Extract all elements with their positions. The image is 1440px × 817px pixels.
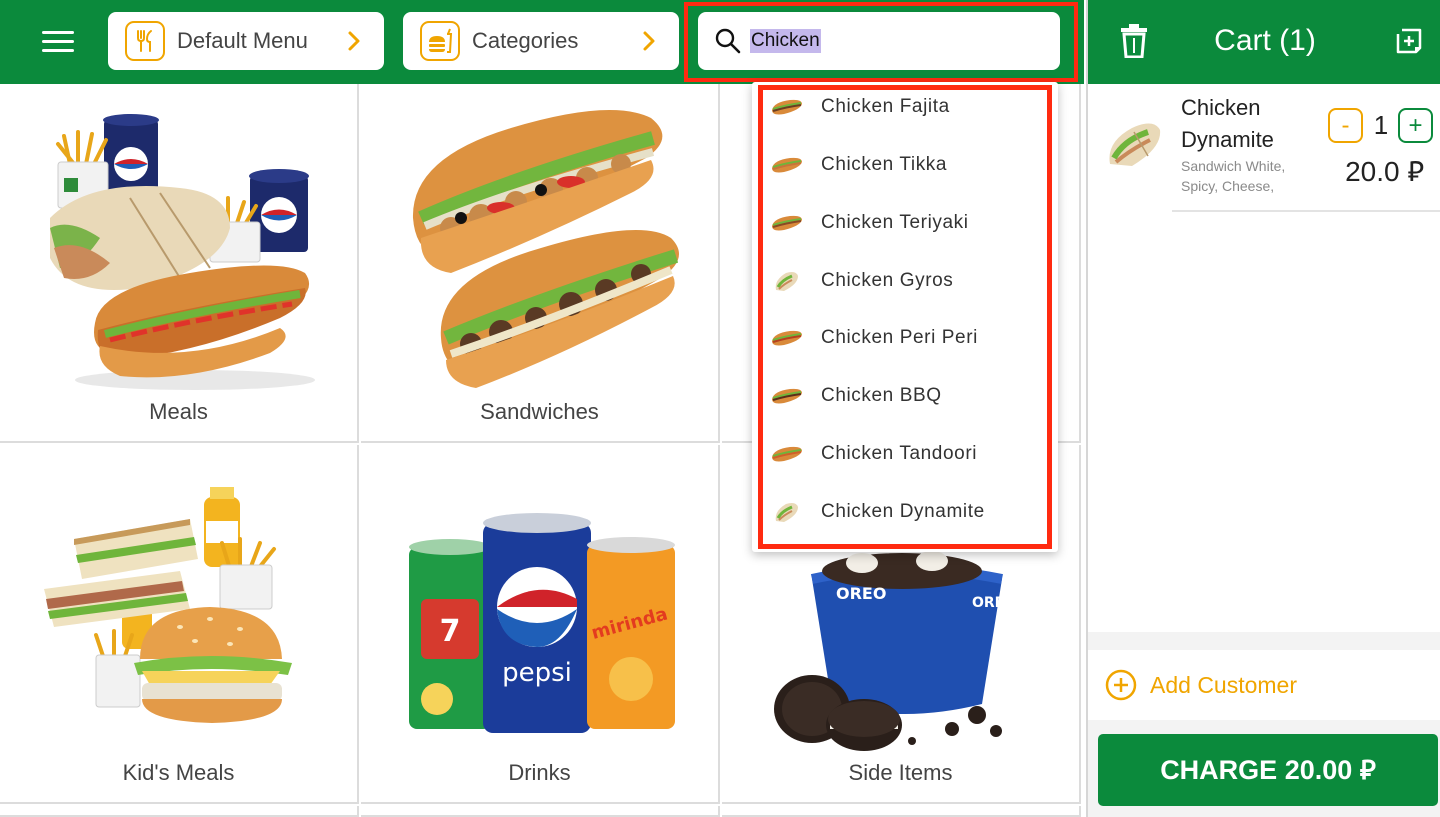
- categories-label: Categories: [472, 28, 579, 53]
- hamburger-icon-line: [42, 40, 74, 43]
- kids-meal-image: [44, 487, 292, 723]
- sandwich-image: [412, 110, 679, 388]
- search-result-item[interactable]: Chicken Gyros: [770, 258, 1040, 304]
- add-customer-label: Add Customer: [1150, 671, 1298, 698]
- search-input[interactable]: Chicken: [750, 29, 821, 53]
- cart-item-price: 20.0 ⃁: [1345, 156, 1424, 187]
- wrap-thumb-icon: [1109, 123, 1161, 166]
- svg-text:7: 7: [440, 614, 461, 649]
- search-result-item[interactable]: Chicken Fajita: [770, 84, 1040, 130]
- wrap-thumb-icon: [775, 503, 798, 522]
- hamburger-menu-button[interactable]: [38, 28, 78, 56]
- search-result-item[interactable]: Chicken Teriyaki: [770, 200, 1040, 246]
- wrap-thumb-icon: [775, 272, 798, 291]
- category-tile-partial[interactable]: [361, 806, 720, 817]
- category-label: Kid's Meals: [122, 760, 235, 785]
- hamburger-icon-line: [42, 49, 74, 52]
- divider: [1172, 210, 1440, 212]
- cart-title: Cart (1): [1214, 24, 1316, 57]
- search-result-label: Chicken BBQ: [821, 385, 942, 406]
- chevron-right-icon: [643, 31, 655, 51]
- categories-button[interactable]: Categories: [403, 12, 679, 70]
- svg-text:OREO: OREO: [836, 584, 886, 603]
- hamburger-icon-line: [42, 31, 74, 34]
- sub-sandwich-thumb-icon: [772, 99, 802, 115]
- search-result-label: Chicken Fajita: [821, 96, 950, 117]
- category-tile-kids-meals[interactable]: Kid's Meals: [0, 445, 359, 804]
- category-tile-drinks[interactable]: 7 pepsi mirinda Drinks: [361, 445, 720, 804]
- sub-sandwich-thumb-icon: [772, 446, 802, 462]
- search-box[interactable]: Chicken: [698, 12, 1060, 70]
- search-result-label: Chicken Peri Peri: [821, 327, 978, 348]
- charge-button[interactable]: CHARGE 20.00 ⃁: [1098, 734, 1438, 806]
- search-result-item[interactable]: Chicken BBQ: [770, 373, 1040, 419]
- cart-line-item[interactable]: Chicken Dynamite Sandwich White, Spicy, …: [1088, 84, 1440, 212]
- category-tile-sandwiches[interactable]: Sandwiches: [361, 84, 720, 443]
- category-tile-meals[interactable]: Meals: [0, 84, 359, 443]
- meal-image: [50, 114, 315, 390]
- category-label: Meals: [149, 399, 208, 424]
- cart-panel: Cart (1) Chicken Dynamite Sandwich White…: [1086, 0, 1440, 817]
- sub-sandwich-thumb-icon: [772, 330, 802, 346]
- top-toolbar: Default Menu Categories Chicken: [0, 0, 1084, 84]
- search-result-label: Chicken Tandoori: [821, 443, 978, 464]
- drinks-image: 7 pepsi mirinda: [409, 513, 675, 733]
- search-result-label: Chicken Tikka: [821, 154, 948, 175]
- chevron-right-icon: [348, 31, 360, 51]
- fastfood-icon: [420, 21, 460, 61]
- category-label: Drinks: [508, 760, 571, 785]
- cart-header: Cart (1): [1088, 0, 1440, 84]
- menu-selector-label: Default Menu: [177, 28, 308, 53]
- cart-item-modifiers: Sandwich White, Spicy, Cheese,: [1181, 158, 1286, 194]
- cart-item-quantity: 1: [1373, 110, 1389, 140]
- search-result-label: Chicken Gyros: [821, 270, 954, 291]
- new-order-icon[interactable]: [1394, 26, 1424, 56]
- menu-selector-button[interactable]: Default Menu: [108, 12, 384, 70]
- cart-item-name: Chicken Dynamite: [1181, 95, 1274, 152]
- cart-items-list: Chicken Dynamite Sandwich White, Spicy, …: [1088, 84, 1440, 632]
- search-result-label: Chicken Teriyaki: [821, 212, 969, 233]
- search-result-label: Chicken Dynamite: [821, 501, 985, 522]
- increase-quantity-button[interactable]: +: [1398, 108, 1433, 143]
- search-result-item[interactable]: Chicken Peri Peri: [770, 315, 1040, 361]
- svg-text:OREO: OREO: [972, 595, 1016, 611]
- search-result-item[interactable]: Chicken Tandoori: [770, 431, 1040, 477]
- sub-sandwich-thumb-icon: [772, 215, 802, 231]
- search-result-item[interactable]: Chicken Tikka: [770, 142, 1040, 188]
- fork-spoon-icon: [125, 21, 165, 61]
- category-tile-partial[interactable]: [0, 806, 359, 817]
- sub-sandwich-thumb-icon: [772, 388, 802, 404]
- category-label: Sandwiches: [480, 399, 599, 424]
- sub-sandwich-thumb-icon: [772, 157, 802, 173]
- svg-text:pepsi: pepsi: [502, 658, 572, 688]
- search-result-item[interactable]: Chicken Dynamite: [770, 489, 1040, 535]
- add-customer-button[interactable]: Add Customer: [1088, 650, 1440, 720]
- plus-circle-icon: [1105, 669, 1137, 701]
- search-icon: [715, 28, 741, 54]
- decrease-quantity-button[interactable]: -: [1328, 108, 1363, 143]
- category-label: Side Items: [848, 760, 953, 785]
- category-tile-partial[interactable]: [722, 806, 1081, 817]
